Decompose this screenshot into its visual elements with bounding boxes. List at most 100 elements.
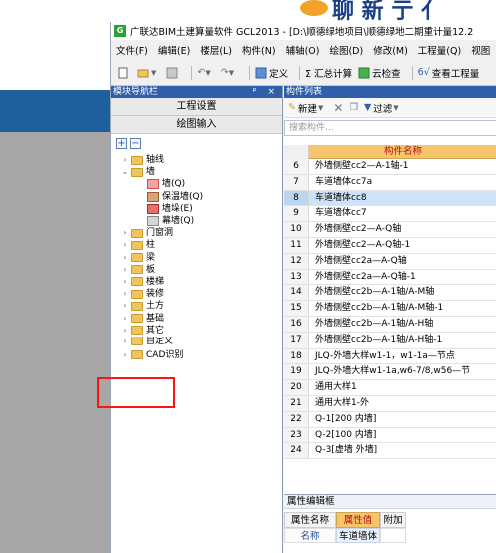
tree-item-axis[interactable]: › 轴线 [111, 154, 282, 166]
table-row[interactable]: 15 外墙侧壁cc2b—A-1轴/A-M轴-1 [284, 301, 496, 317]
tree-item-column[interactable]: › 柱 [111, 239, 282, 251]
tab-project-settings[interactable]: 工程设置 [111, 98, 282, 116]
wall-pier-icon [147, 203, 159, 214]
table-row[interactable]: 13 外墙侧壁cc2a—A-Q轴-1 [284, 269, 496, 286]
table-row[interactable]: 19 JLQ-外墙大样w1-1a,w6-7/8,w56—节 [284, 364, 496, 381]
tab-drawing-input[interactable]: 绘图输入 [111, 116, 282, 134]
tree-item-earthwork[interactable]: › 土方 [111, 300, 282, 312]
toolbar-divider [191, 65, 193, 80]
collapse-all-button[interactable]: − [130, 138, 141, 149]
tree-item-insulation-wall[interactable]: 保温墙(Q) [111, 191, 282, 203]
menu-draw[interactable]: 绘图(D) [324, 43, 368, 57]
tree-item-wall[interactable]: ⌄ 墙 [111, 166, 282, 178]
row-number: 11 [284, 237, 309, 253]
table-row[interactable]: 10 外墙侧壁cc2—A-Q轴 [284, 222, 496, 238]
chevron-right-icon[interactable]: › [121, 239, 129, 251]
table-row[interactable]: 16 外墙侧壁cc2b—A-1轴/A-H轴 [284, 316, 496, 333]
table-row[interactable]: 6 外墙侧壁cc2—A-1轴-1 [284, 159, 496, 175]
chevron-right-icon[interactable]: › [121, 300, 129, 312]
column-header-name[interactable]: 构件名称 [309, 145, 496, 159]
chevron-down-icon[interactable]: ⌄ [121, 166, 129, 178]
view-quantity-button[interactable]: 6√ 查看工程量 [418, 66, 480, 80]
filter-button[interactable]: ▼ 过滤 ▼ [364, 101, 403, 115]
search-input[interactable]: 搜索构件... [284, 120, 496, 136]
menu-aux-axis[interactable]: 辅轴(O) [281, 43, 325, 57]
table-row[interactable]: 23 Q-2[100 内墙] [284, 427, 496, 444]
table-row[interactable]: 11 外墙侧壁cc2—A-Q轴-1 [284, 237, 496, 254]
chevron-right-icon[interactable]: › [121, 349, 129, 361]
copy-button[interactable]: ❐ [349, 102, 358, 113]
table-row[interactable]: 7 车道墙体cc7a [284, 174, 496, 191]
chevron-right-icon[interactable]: › [121, 252, 129, 264]
table-row[interactable]: 9 车道墙体cc7 [284, 206, 496, 223]
tree-item-label: 幕墙(Q) [162, 216, 195, 227]
property-table-header: 属性名称 属性值 附加 [284, 512, 496, 528]
delete-button[interactable]: ✕ [333, 101, 343, 115]
tree-item-stairs[interactable]: › 楼梯 [111, 276, 282, 288]
save-button[interactable] [166, 67, 180, 79]
tree-item-custom[interactable]: › 自定义 [111, 336, 282, 345]
table-row[interactable]: 17 外墙侧壁cc2b—A-1轴/A-H轴-1 [284, 332, 496, 349]
redo-button[interactable]: ↷ ▼ [221, 67, 238, 78]
table-row[interactable]: 24 Q-3[虚墙 外墙] [284, 443, 496, 460]
tree-item-decoration[interactable]: › 装修 [111, 288, 282, 300]
tree-item-wall-q[interactable]: 墙(Q) [111, 178, 282, 190]
tree-item-cad-recognition[interactable]: › CAD识别 [111, 349, 282, 361]
define-button[interactable]: 定义 [255, 66, 288, 80]
table-row[interactable]: 21 通用大样1-外 [284, 395, 496, 412]
sum-calc-button[interactable]: Σ 汇总计算 [305, 66, 352, 80]
component-name: 外墙侧壁cc2—A-Q轴-1 [315, 239, 411, 250]
property-editor-title: 属性编辑框 [284, 495, 496, 509]
cloud-check-button[interactable]: 云检查 [358, 66, 401, 80]
tree-item-slab[interactable]: › 板 [111, 264, 282, 276]
row-number: 22 [284, 411, 309, 427]
chevron-right-icon[interactable]: › [121, 325, 129, 337]
chevron-right-icon[interactable]: › [121, 264, 129, 276]
menu-floor[interactable]: 楼层(L) [195, 43, 237, 57]
tree-item-label: 装修 [146, 289, 165, 300]
chevron-down-icon: ▼ [151, 68, 157, 77]
property-value-header: 属性值 [336, 512, 380, 528]
property-extra-checkbox[interactable] [380, 528, 406, 543]
app-logo-icon: G [114, 25, 126, 37]
folder-icon [131, 228, 143, 238]
nav-panel-controls[interactable]: ᵖ × [253, 86, 282, 98]
component-name: 外墙侧壁cc2—A-1轴-1 [315, 161, 409, 171]
table-row[interactable]: 20 通用大样1 [284, 380, 496, 396]
chevron-right-icon[interactable]: › [121, 288, 129, 300]
property-value-field[interactable]: 车道墙体 [336, 528, 380, 543]
menu-modify[interactable]: 修改(M) [368, 43, 413, 57]
tree-item-other[interactable]: › 其它 [111, 325, 282, 337]
menu-view[interactable]: 视图 [466, 43, 495, 57]
tree-item-beam[interactable]: › 梁 [111, 252, 282, 264]
chevron-down-icon: ▼ [228, 68, 235, 77]
table-row-selected[interactable]: 8 车道墙体cc8 [284, 190, 496, 207]
menu-file[interactable]: 文件(F) [111, 43, 153, 57]
chevron-right-icon[interactable]: › [121, 154, 129, 166]
chevron-right-icon[interactable]: › [121, 276, 129, 288]
property-editor-panel: 属性编辑框 属性名称 属性值 附加 名称 车道墙体 [284, 494, 496, 553]
row-number: 7 [284, 174, 309, 190]
new-file-button[interactable] [117, 67, 131, 79]
menu-quantity[interactable]: 工程量(Q) [413, 43, 466, 57]
tree-item-curtain-wall[interactable]: 幕墙(Q) [111, 215, 282, 227]
open-file-button[interactable]: ▼ [137, 67, 160, 79]
chevron-right-icon[interactable]: › [121, 313, 129, 325]
tree-item-wall-pier[interactable]: 墙垛(E) [111, 203, 282, 215]
menu-edit[interactable]: 编辑(E) [153, 43, 195, 57]
expand-all-button[interactable]: + [116, 138, 127, 149]
table-row[interactable]: 22 Q-1[200 内墙] [284, 411, 496, 428]
table-row[interactable]: 18 JLQ-外墙大样w1-1，w1-1a—节点 [284, 348, 496, 365]
chevron-right-icon[interactable]: › [121, 337, 129, 345]
tree-item-door-window[interactable]: › 门窗洞 [111, 227, 282, 239]
undo-button[interactable]: ↶ ▼ [197, 67, 214, 78]
new-component-button[interactable]: ✎ 新建 ▼ [288, 101, 327, 115]
view-quantity-icon: 6√ [417, 67, 430, 78]
menu-component[interactable]: 构件(N) [237, 43, 281, 57]
table-row[interactable]: 12 外墙侧壁cc2a—A-Q轴 [284, 253, 496, 270]
chevron-right-icon[interactable]: › [121, 227, 129, 239]
tree-item-foundation[interactable]: › 基础 [111, 312, 282, 324]
row-number: 8 [284, 190, 309, 206]
row-number: 14 [284, 285, 309, 301]
table-row[interactable]: 14 外墙侧壁cc2b—A-1轴/A-M轴 [284, 285, 496, 302]
